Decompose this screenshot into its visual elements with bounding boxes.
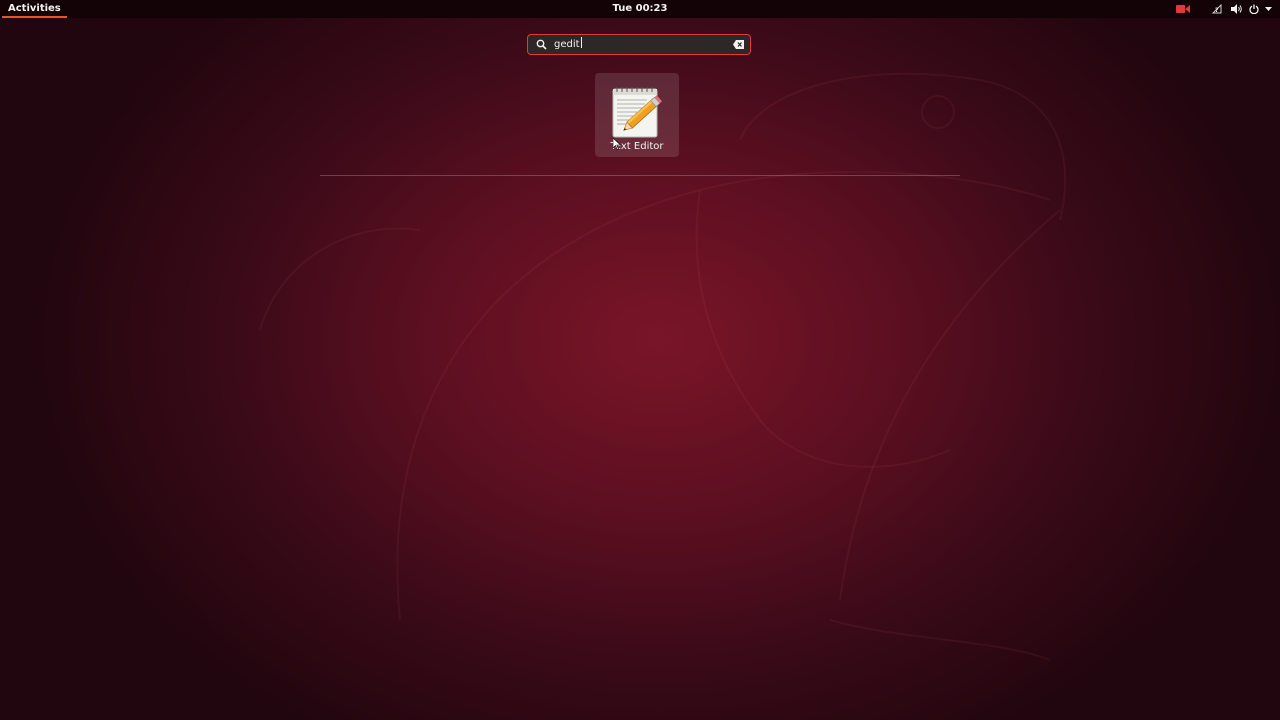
chevron-down-icon[interactable] bbox=[1262, 0, 1274, 18]
power-icon[interactable] bbox=[1246, 0, 1262, 18]
clear-icon[interactable] bbox=[733, 40, 744, 49]
search-value: gedit bbox=[554, 39, 580, 50]
search-text: gedit bbox=[554, 35, 582, 54]
mouse-pointer-icon bbox=[613, 138, 621, 150]
activities-button[interactable]: Activities bbox=[0, 0, 69, 18]
search-icon bbox=[536, 39, 547, 50]
volume-icon[interactable] bbox=[1226, 0, 1246, 18]
text-editor-icon bbox=[612, 87, 663, 138]
clock[interactable]: Tue 00:23 bbox=[590, 0, 690, 18]
screen-record-icon[interactable] bbox=[1172, 0, 1194, 18]
app-label: Text Editor bbox=[610, 141, 664, 152]
svg-text:?: ? bbox=[1215, 7, 1219, 14]
results-separator bbox=[320, 175, 960, 176]
text-caret bbox=[580, 37, 582, 48]
app-result-text-editor[interactable]: Text Editor bbox=[595, 73, 679, 157]
search-input[interactable]: gedit bbox=[527, 34, 751, 55]
system-tray[interactable]: ? bbox=[1172, 0, 1274, 18]
network-icon[interactable]: ? bbox=[1208, 0, 1226, 18]
top-bar: Activities Tue 00:23 ? bbox=[0, 0, 1280, 18]
